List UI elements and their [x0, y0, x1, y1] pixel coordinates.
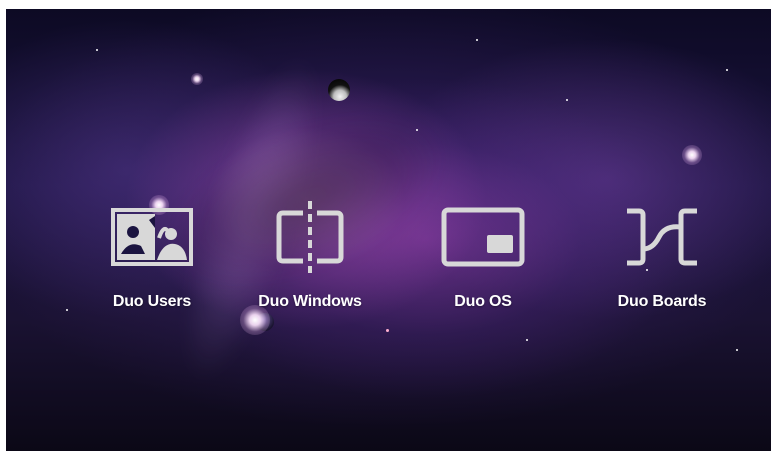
boards-connector-icon [619, 199, 705, 275]
picture-in-picture-icon [440, 199, 526, 275]
menu-item-label: Duo Boards [617, 293, 707, 310]
star [386, 329, 389, 332]
star [476, 39, 478, 41]
menu-item-duo-boards[interactable]: Duo Boards [592, 199, 732, 311]
split-windows-icon [267, 199, 353, 275]
moon-orb [328, 79, 350, 101]
glow-star [682, 145, 702, 165]
star [96, 49, 98, 51]
menu-item-label: Duo OS [454, 293, 512, 310]
glow-star [191, 73, 203, 85]
star [416, 129, 418, 131]
menu-item-duo-os[interactable]: Duo OS [413, 199, 553, 311]
menu-item-duo-windows[interactable]: Duo Windows [240, 199, 380, 311]
menu-item-label: Duo Users [112, 293, 192, 310]
star [526, 339, 528, 341]
space-background: Duo Users Duo Windows Duo OS Duo Boards [6, 9, 771, 451]
star [566, 99, 568, 101]
star [66, 309, 68, 311]
star [736, 349, 738, 351]
users-icon [109, 199, 195, 275]
menu-item-label: Duo Windows [258, 293, 362, 310]
star [726, 69, 728, 71]
menu-item-duo-users[interactable]: Duo Users [82, 199, 222, 311]
